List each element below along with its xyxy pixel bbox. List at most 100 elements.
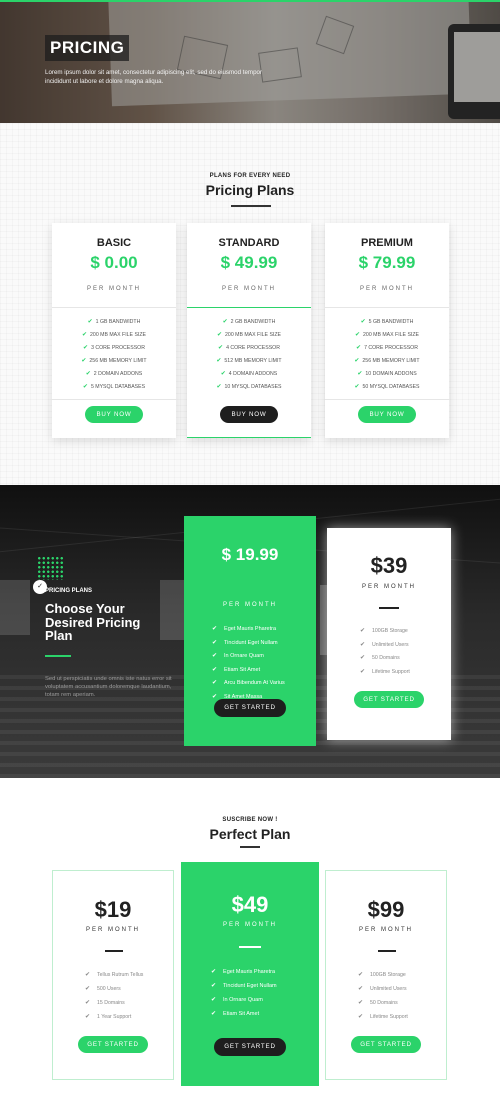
plan-period: PER MONTH: [223, 922, 277, 928]
check-icon: ✔: [83, 345, 89, 351]
get-started-button-49[interactable]: GET STARTED: [214, 1038, 286, 1056]
feature-item: ✔ 100GB Storage: [358, 968, 408, 982]
check-icon: ✔: [360, 628, 366, 634]
feature-label: 5 GB BANDWIDTH: [368, 319, 414, 325]
feature-label: 10 MYSQL DATABASES: [224, 384, 282, 390]
check-icon: ✔: [216, 358, 222, 364]
feature-label: Lifetime Support: [372, 668, 410, 675]
check-icon: ✔: [220, 371, 226, 377]
check-icon: ✔: [354, 358, 360, 364]
plan-period: PER MONTH: [360, 286, 414, 292]
check-icon: ✔: [216, 384, 222, 390]
plan-card-49: $49 PER MONTH ✔ Eget Mauris Pharetra ✔ Tin…: [181, 862, 319, 1086]
feature-label: Etiam Sit Amet: [223, 1011, 260, 1017]
buy-now-button-basic[interactable]: BUY NOW: [85, 406, 143, 423]
feature-item: ✔ 2 DOMAIN ADDONS: [52, 368, 176, 381]
feature-label: Unlimited Users: [370, 986, 407, 992]
feature-item: ✔ 50 MYSQL DATABASES: [325, 381, 449, 394]
get-started-button-featured[interactable]: GET STARTED: [214, 699, 286, 717]
section-title-rule: [231, 205, 271, 207]
buy-now-button-standard[interactable]: BUY NOW: [220, 406, 278, 423]
hero-top-accent-line: [0, 0, 500, 2]
feature-list: ✔ Eget Mauris Pharetra ✔ Tincidunt Eget Nu…: [211, 965, 277, 1021]
feature-label: In Ornare Quam: [223, 997, 263, 1003]
feature-label: 2 DOMAIN ADDONS: [93, 371, 143, 377]
feature-label: 4 CORE PROCESSOR: [226, 345, 280, 351]
feature-item: ✔ 10 DOMAIN ADDONS: [325, 368, 449, 381]
check-icon: ✔: [360, 641, 366, 648]
section-title: Perfect Plan: [209, 826, 291, 842]
plan-period: PER MONTH: [223, 602, 277, 608]
check-icon: ✔: [212, 693, 218, 700]
divider: [187, 307, 311, 308]
feature-item: ✔ In Ornare Quam: [211, 993, 277, 1007]
feature-item: ✔ 5 MYSQL DATABASES: [52, 381, 176, 394]
feature-item: ✔ Lifetime Support: [358, 1010, 408, 1024]
feature-list: ✔ 1 GB BANDWIDTH ✔ 200 MB MAX FILE SIZE ✔ 3…: [52, 316, 176, 394]
divider: [325, 399, 449, 400]
feature-item: ✔ 7 CORE PROCESSOR: [325, 342, 449, 355]
feature-label: 100GB Storage: [372, 628, 408, 634]
section-title: Pricing Plans: [205, 182, 295, 198]
perfect-plan-section: SUSCRIBE NOW ! Perfect Plan $19 PER MONT…: [0, 778, 500, 1117]
check-icon: ✔: [358, 1014, 364, 1020]
feature-item: ✔ Arcu Bibendum At Varius: [212, 677, 285, 691]
feature-item: ✔ Etiam Sit Amet: [211, 1007, 277, 1021]
plan-card-standard: STANDARD $ 49.99 PER MONTH ✔ 2 GB BANDWID…: [187, 223, 311, 438]
feature-item: ✔ 50 Domains: [360, 652, 410, 666]
plan-price: $49: [231, 892, 269, 917]
feature-item: ✔ 4 DOMAIN ADDONS: [187, 368, 311, 381]
check-icon: ✔: [212, 666, 218, 673]
feature-list: ✔ 2 GB BANDWIDTH ✔ 200 MB MAX FILE SIZE ✔ 4…: [187, 316, 311, 394]
feature-label: 2 GB BANDWIDTH: [230, 319, 276, 325]
plan-price: $ 19.99: [221, 545, 279, 564]
feature-label: 1 GB BANDWIDTH: [95, 319, 141, 325]
pricing-plans-section: PLANS FOR EVERY NEED Pricing Plans BASIC…: [0, 123, 500, 485]
buy-now-button-premium[interactable]: BUY NOW: [358, 406, 416, 423]
get-started-button-39[interactable]: GET STARTED: [354, 691, 424, 708]
plan-card-99: $99 PER MONTH ✔ 100GB Storage ✔ Unlimited …: [325, 870, 447, 1080]
check-icon: ✔: [218, 345, 224, 351]
background-screen: [0, 580, 30, 635]
section-title-rule: [240, 846, 260, 848]
plan-card-basic: BASIC $ 0.00 PER MONTH ✔ 1 GB BANDWIDTH ✔…: [52, 223, 176, 438]
feature-item: ✔ 256 MB MEMORY LIMIT: [325, 355, 449, 368]
check-icon: ✔: [211, 983, 217, 989]
check-icon: ✔: [212, 626, 218, 632]
get-started-button-19[interactable]: GET STARTED: [78, 1036, 148, 1053]
feature-label: 10 DOMAIN ADDONS: [365, 371, 417, 377]
feature-item: ✔ Tincidunt Eget Nullam: [211, 979, 277, 993]
feature-item: ✔ Eget Mauris Pharetra: [211, 965, 277, 979]
hero-subtitle: Lorem ipsum dolor sit amet, consectetur …: [45, 69, 263, 85]
check-icon: ✔: [85, 986, 91, 992]
feature-item: ✔ Eget Mauris Pharetra: [212, 623, 285, 637]
check-icon: ✔: [355, 332, 361, 338]
price-rule: [105, 950, 123, 952]
check-icon: ✔: [87, 319, 93, 325]
feature-item: ✔ 3 CORE PROCESSOR: [52, 342, 176, 355]
plan-period: PER MONTH: [362, 584, 416, 590]
price-rule: [379, 607, 399, 609]
section-kicker: PLANS FOR EVERY NEED: [209, 173, 291, 179]
section-title: Choose Your Desired Pricing Plan: [45, 601, 141, 643]
feature-label: 512 MB MEMORY LIMIT: [224, 358, 282, 364]
feature-item: ✔ Tellus Rutrum Tellus: [85, 968, 143, 982]
plan-card-premium: PREMIUM $ 79.99 PER MONTH ✔ 5 GB BANDWIDT…: [325, 223, 449, 438]
check-icon: ✔: [222, 319, 228, 325]
feature-label: Tellus Rutrum Tellus: [97, 972, 144, 978]
plan-price: $ 49.99: [220, 253, 278, 272]
divider: [325, 307, 449, 308]
feature-label: 256 MB MEMORY LIMIT: [89, 358, 147, 364]
get-started-button-99[interactable]: GET STARTED: [351, 1036, 421, 1053]
feature-label: 100GB Storage: [370, 972, 406, 978]
feature-list: ✔ 5 GB BANDWIDTH ✔ 200 MB MAX FILE SIZE ✔ 7…: [325, 316, 449, 394]
hero-banner: PRICING Lorem ipsum dolor sit amet, cons…: [0, 0, 500, 123]
feature-label: 200 MB MAX FILE SIZE: [225, 332, 281, 338]
section-title-rule: [45, 655, 71, 657]
check-icon: ✔: [360, 319, 366, 325]
feature-list: ✔ Eget Mauris Pharetra ✔ Tincidunt Eget Nu…: [212, 623, 285, 705]
feature-item: ✔ 1 GB BANDWIDTH: [52, 316, 176, 329]
check-icon: ✔: [358, 986, 364, 992]
feature-label: Lifetime Support: [370, 1014, 408, 1020]
feature-label: 15 Domains: [97, 1000, 125, 1006]
